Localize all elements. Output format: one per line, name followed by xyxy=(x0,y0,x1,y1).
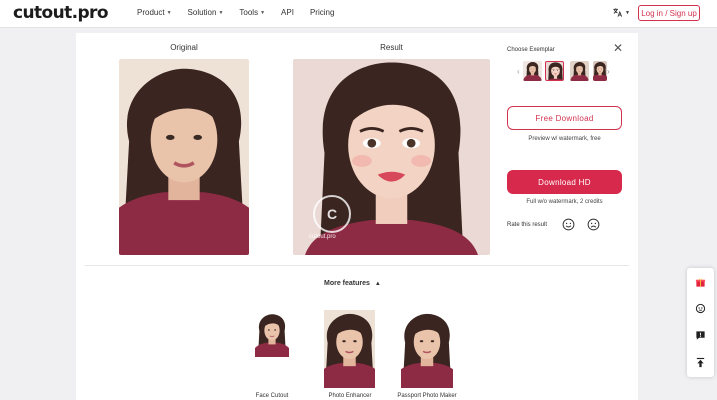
chevron-down-icon: ▼ xyxy=(166,9,172,16)
nav-pricing-label: Pricing xyxy=(309,8,335,17)
feature-passport-photo-label[interactable]: Passport Photo Maker xyxy=(387,393,467,399)
nav-product-label: Product xyxy=(137,8,165,17)
nav-api-label: API xyxy=(281,8,294,17)
chat-bot-icon[interactable] xyxy=(695,303,706,314)
download-hd-button[interactable]: Download HD xyxy=(507,170,622,194)
feature-photo-enhancer-label[interactable]: Photo Enhancer xyxy=(315,393,385,399)
exemplar-thumb[interactable] xyxy=(593,61,607,81)
main-nav: Product ▼ Solution ▼ Tools ▼ API Pricing xyxy=(137,8,334,17)
translate-icon xyxy=(613,8,623,17)
chevron-down-icon: ▼ xyxy=(625,9,630,16)
watermark-text: cutout.pro xyxy=(309,234,336,240)
nav-api[interactable]: API xyxy=(281,8,294,17)
smile-icon[interactable] xyxy=(562,218,575,231)
original-image xyxy=(119,59,249,255)
download-hd-note: Full w/o watermark, 2 credits xyxy=(526,199,603,205)
cutout-logo[interactable]: cutout.pro xyxy=(13,3,109,23)
chevron-right-icon[interactable]: › xyxy=(607,67,610,76)
side-toolbar xyxy=(687,268,714,377)
nav-solution[interactable]: Solution ▼ xyxy=(188,8,224,17)
nav-tools[interactable]: Tools ▼ xyxy=(239,8,265,17)
exemplar-thumb[interactable] xyxy=(570,61,589,81)
nav-tools-label: Tools xyxy=(239,8,259,17)
free-download-button[interactable]: Free Download xyxy=(507,106,622,130)
nav-pricing[interactable]: Pricing xyxy=(310,8,334,17)
chevron-left-icon[interactable]: ‹ xyxy=(517,67,520,76)
free-download-note: Preview w/ watermark, free xyxy=(528,136,601,142)
top-navigation-bar: cutout.pro Product ▼ Solution ▼ Tools ▼ … xyxy=(0,0,717,28)
language-switcher[interactable]: ▼ xyxy=(612,7,630,18)
feature-face-cutout-label[interactable]: Face Cutout xyxy=(242,393,302,399)
exemplar-thumb[interactable] xyxy=(523,61,542,81)
more-features-label: More features xyxy=(324,280,370,287)
back-to-top-icon[interactable] xyxy=(695,357,706,368)
rate-label: Rate this result xyxy=(507,222,548,228)
chevron-down-icon: ▼ xyxy=(260,9,266,16)
divider xyxy=(85,265,629,266)
exemplar-label: Choose Exemplar xyxy=(507,47,555,53)
original-label: Original xyxy=(170,43,198,52)
frown-icon[interactable] xyxy=(587,218,600,231)
login-signup-button[interactable]: Log in / Sign up xyxy=(638,5,700,21)
watermark-icon: C xyxy=(313,195,351,233)
feature-passport-photo-image[interactable] xyxy=(401,310,453,388)
chevron-down-icon: ▼ xyxy=(218,9,224,16)
nav-product[interactable]: Product ▼ xyxy=(137,8,172,17)
more-features-toggle[interactable]: More features ▲ xyxy=(324,280,381,287)
caret-up-icon: ▲ xyxy=(374,280,381,287)
exemplar-thumb-selected[interactable] xyxy=(545,61,564,81)
result-image: C cutout.pro xyxy=(293,59,490,255)
gift-icon[interactable] xyxy=(695,277,706,288)
feature-photo-enhancer-image[interactable] xyxy=(324,310,375,388)
feedback-icon[interactable] xyxy=(695,330,706,341)
feature-face-cutout-image[interactable] xyxy=(255,312,289,357)
nav-solution-label: Solution xyxy=(187,8,217,17)
close-icon[interactable]: ✕ xyxy=(613,41,623,55)
result-label: Result xyxy=(380,43,403,52)
